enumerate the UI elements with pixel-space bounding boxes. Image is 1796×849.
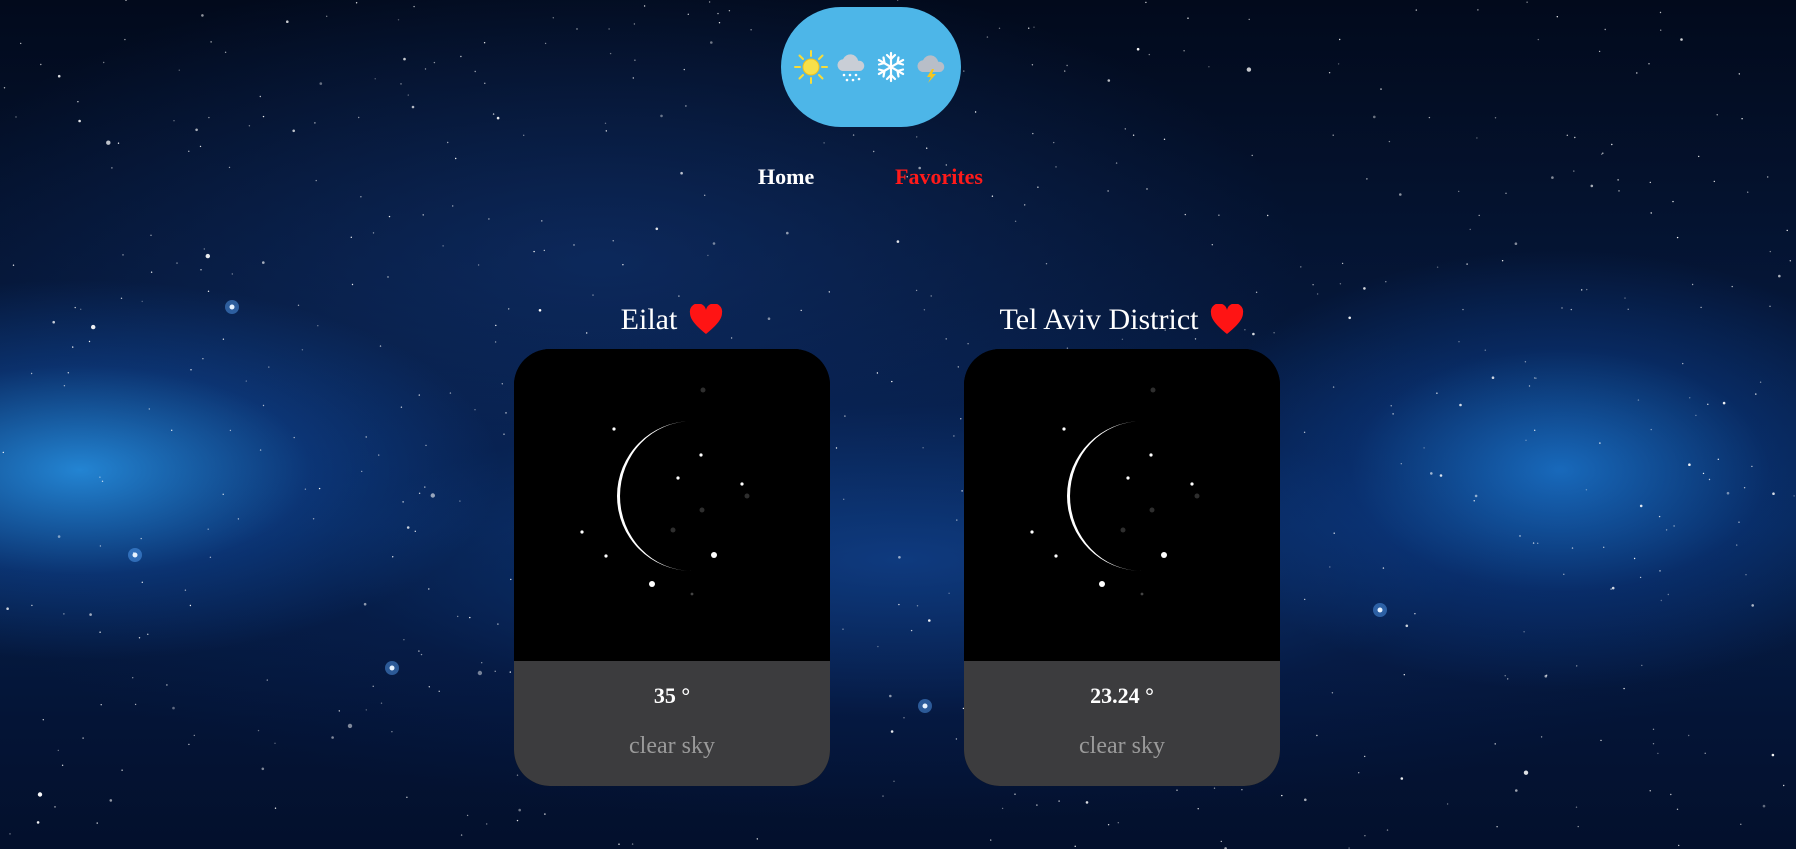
- favorite-card-tel-aviv-district[interactable]: Tel Aviv District 23.24 ° clear sky: [964, 300, 1280, 786]
- temperature: 35 °: [653, 683, 691, 708]
- weather-card: 35 ° clear sky: [514, 349, 830, 786]
- snowflake-icon: [877, 51, 905, 83]
- weather-description: clear sky: [1079, 733, 1165, 759]
- starfield-background: [2, 0, 1795, 849]
- temperature: 23.24 °: [1090, 683, 1154, 708]
- weather-info: 35 ° clear sky: [514, 661, 830, 786]
- nav-link-home[interactable]: Home: [758, 164, 814, 190]
- heart-icon[interactable]: [1210, 304, 1244, 336]
- weather-description: clear sky: [629, 733, 715, 759]
- thunder-cloud-icon: [917, 55, 945, 83]
- weather-info: 23.24 ° clear sky: [964, 661, 1280, 786]
- sun-icon: [794, 50, 828, 84]
- weather-card: 23.24 ° clear sky: [964, 349, 1280, 786]
- favorite-card-header: Eilat: [514, 300, 830, 340]
- favorite-card-eilat[interactable]: Eilat 35 ° clear sky: [514, 300, 830, 786]
- main-navigation: Home Favorites: [0, 164, 1796, 192]
- city-name: Eilat: [620, 303, 678, 336]
- crescent-moon-night-icon: [514, 349, 830, 661]
- crescent-moon-night-icon: [964, 349, 1280, 661]
- favorite-card-header: Tel Aviv District: [964, 300, 1280, 340]
- weather-app-logo: [781, 7, 961, 127]
- nav-link-favorites[interactable]: Favorites: [895, 164, 983, 190]
- heart-icon[interactable]: [689, 304, 723, 336]
- city-name: Tel Aviv District: [999, 303, 1199, 336]
- rain-cloud-icon: [837, 54, 865, 82]
